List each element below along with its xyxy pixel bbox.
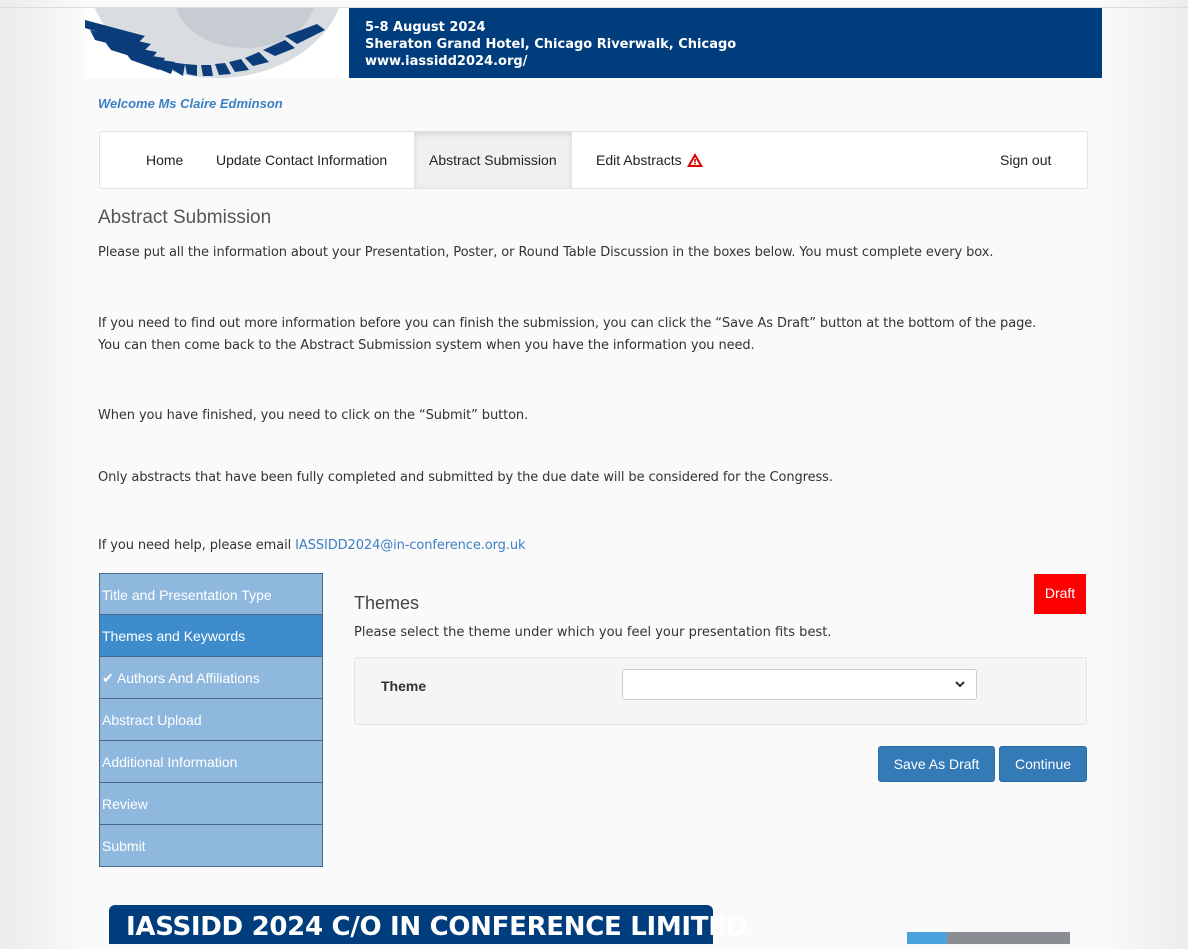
welcome-message: Welcome Ms Claire Edminson [98,96,283,111]
intro-paragraph-3: When you have finished, you need to clic… [98,408,529,423]
warning-icon [687,153,704,167]
event-website-link[interactable]: www.iassidd2024.org/ [365,53,736,70]
check-icon: ✔ [102,670,114,686]
footer-organization: IASSIDD 2024 C/O IN CONFERENCE LIMITED [109,905,747,944]
chevron-down-icon [955,681,965,688]
page-title: Abstract Submission [98,207,272,228]
help-paragraph: If you need help, please email IASSIDD20… [98,535,526,557]
intro-paragraph-4: Only abstracts that have been fully comp… [98,470,833,485]
event-dates: 5-8 August 2024 [365,20,486,35]
nav-abstract-submission[interactable]: Abstract Submission [414,132,572,188]
step-additional-information-label: Additional Information [102,754,238,770]
footer-logo-accent [907,932,947,944]
step-authors-affiliations-label: Authors And Affiliations [116,670,260,686]
step-abstract-upload[interactable]: Abstract Upload [99,699,323,741]
step-authors-affiliations[interactable]: ✔ Authors And Affiliations [99,657,323,699]
banner-info-panel: 5-8 August 2024 Sheraton Grand Hotel, Ch… [349,8,1102,78]
theme-form-panel: Theme [354,657,1087,725]
step-themes-keywords-label: Themes and Keywords [102,628,246,644]
step-abstract-upload-label: Abstract Upload [102,712,202,728]
header-banner: 5-8 August 2024 Sheraton Grand Hotel, Ch… [85,8,1102,78]
nav-edit-abstracts-label: Edit Abstracts [596,152,682,168]
intro-paragraph-1: Please put all the information about you… [98,245,994,260]
nav-update-contact[interactable]: Update Contact Information [216,132,387,188]
save-as-draft-button[interactable]: Save As Draft [878,746,995,782]
intro-paragraph-2b: You can then come back to the Abstract S… [98,338,755,353]
help-text: If you need help, please email [98,538,296,553]
step-submit-label: Submit [102,838,146,854]
status-badge: Draft [1034,574,1086,614]
theme-instruction: Please select the theme under which you … [354,625,832,640]
themes-heading: Themes [354,593,420,613]
step-review-label: Review [102,796,148,812]
page-container: 5-8 August 2024 Sheraton Grand Hotel, Ch… [85,0,1102,944]
nav-home[interactable]: Home [146,132,183,188]
step-review[interactable]: Review [99,783,323,825]
nav-edit-abstracts[interactable]: Edit Abstracts [596,132,704,188]
step-additional-information[interactable]: Additional Information [99,741,323,783]
sign-out-link[interactable]: Sign out [1000,132,1051,188]
continue-button[interactable]: Continue [999,746,1087,782]
step-submit[interactable]: Submit [99,825,323,867]
help-email-link[interactable]: IASSIDD2024@in-conference.org.uk [295,538,525,553]
globe-logo [85,8,349,78]
theme-select[interactable] [622,669,977,700]
main-nav: Home Update Contact Information Abstract… [99,131,1088,189]
step-themes-keywords[interactable]: Themes and Keywords [99,615,323,657]
step-title-presentation-label: Title and Presentation Type [102,587,272,603]
step-title-presentation[interactable]: Title and Presentation Type [99,573,323,615]
intro-paragraph-2a: If you need to find out more information… [98,316,1037,331]
event-venue: Sheraton Grand Hotel, Chicago Riverwalk,… [365,37,737,52]
submission-steps: Title and Presentation Type Themes and K… [99,573,323,867]
theme-label: Theme [381,678,427,694]
footer-logo [907,932,1070,944]
